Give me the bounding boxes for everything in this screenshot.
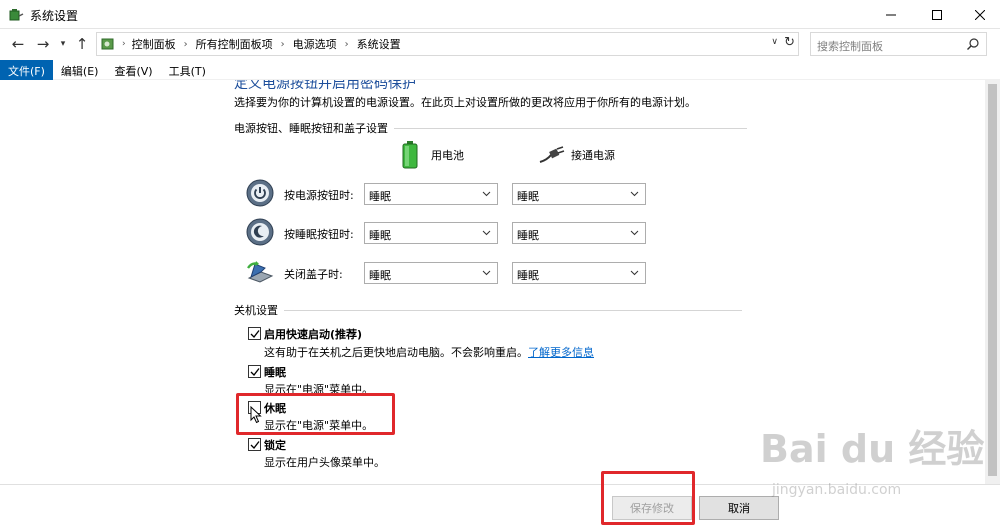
chevron-down-icon [630,191,639,197]
fast-startup-checkbox[interactable] [248,327,261,340]
breadcrumb-separator: › [183,38,188,50]
page-title: 定义电源按钮并启用密码保护 [234,80,416,92]
select-value: 睡眠 [369,269,391,282]
highlight-box [236,393,395,435]
minimize-icon [886,14,896,15]
chevron-down-icon: ▾ [60,39,66,49]
sleep-button-icon [246,218,274,246]
select-value: 睡眠 [517,269,539,282]
refresh-icon[interactable]: ↻ [784,35,795,50]
column-battery: 用电池 [401,140,464,170]
lid-close-label: 关闭盖子时: [284,268,343,281]
menu-edit[interactable]: 编辑(E) [53,60,107,80]
plugged-column-label: 接通电源 [571,149,615,162]
sleep-button-label: 按睡眠按钮时: [284,228,354,241]
menu-bar: 文件(F) 编辑(E) 查看(V) 工具(T) [0,60,1000,80]
shutdown-section-title: 关机设置 [234,304,278,317]
chevron-down-icon [630,230,639,236]
lock-label[interactable]: 锁定 [264,437,286,453]
section-divider [394,127,747,129]
fast-startup-desc-text: 这有助于在关机之后更快地启动电脑。不会影响重启。 [264,346,528,359]
recent-locations-button[interactable]: ▾ [57,33,69,55]
lid-close-plugged-select[interactable]: 睡眠 [512,262,646,284]
arrow-right-icon: → [36,35,50,53]
minimize-button[interactable] [868,0,914,29]
select-value: 睡眠 [517,190,539,203]
title-bar: 系统设置 [0,0,1000,29]
laptop-lid-icon [247,261,274,283]
arrow-left-icon: ← [11,35,25,53]
back-button[interactable]: ← [8,33,28,55]
checkmark-icon [250,441,260,449]
checkmark-icon [250,330,260,338]
sleep-label[interactable]: 睡眠 [264,364,286,380]
breadcrumb-separator: › [122,39,126,49]
power-button-plugged-select[interactable]: 睡眠 [512,183,646,205]
learn-more-link[interactable]: 了解更多信息 [528,346,594,359]
power-button-label: 按电源按钮时: [284,189,354,202]
breadcrumb-separator: › [344,38,349,50]
menu-file[interactable]: 文件(F) [0,60,53,80]
fast-startup-label[interactable]: 启用快速启动(推荐) [264,326,362,342]
control-panel-icon [101,38,114,50]
search-box[interactable]: 搜索控制面板 [810,32,987,56]
battery-column-label: 用电池 [431,149,464,162]
select-value: 睡眠 [369,229,391,242]
cancel-button[interactable]: 取消 [699,496,779,520]
menu-view[interactable]: 查看(V) [106,60,160,80]
address-dropdown-icon[interactable]: ∨ [771,37,778,47]
close-button[interactable] [960,0,1000,29]
power-button-icon [246,179,274,207]
fast-startup-description: 这有助于在关机之后更快地启动电脑。不会影响重启。了解更多信息 [264,344,594,360]
column-plugged: 接通电源 [539,146,615,164]
sleep-button-battery-select[interactable]: 睡眠 [364,222,498,244]
scrollbar-thumb[interactable] [988,84,997,476]
window-title: 系统设置 [30,9,79,23]
sleep-button-plugged-select[interactable]: 睡眠 [512,222,646,244]
forward-button[interactable]: → [33,33,53,55]
breadcrumb-all-items[interactable]: 所有控制面板项 [196,36,273,52]
menu-tools[interactable]: 工具(T) [161,60,214,80]
baidu-watermark: Bai du 经验 [760,427,985,471]
address-field[interactable]: › 控制面板 › 所有控制面板项 › 电源选项 › 系统设置 ∨ ↻ [96,32,799,56]
chevron-down-icon [482,191,491,197]
search-placeholder: 搜索控制面板 [817,40,883,53]
chevron-down-icon [482,230,491,236]
power-button-battery-select[interactable]: 睡眠 [364,183,498,205]
select-value: 睡眠 [517,229,539,242]
breadcrumb-system-settings[interactable]: 系统设置 [357,36,401,52]
chevron-down-icon [482,270,491,276]
vertical-scrollbar[interactable] [985,80,1000,484]
breadcrumb: 控制面板 › 所有控制面板项 › 电源选项 › 系统设置 [132,36,401,52]
section-divider [284,309,742,311]
page-description: 选择要为你的计算机设置的电源设置。在此页上对设置所做的更改将应用于你所有的电源计… [234,96,696,109]
arrow-up-icon: ↑ [75,35,89,53]
search-icon[interactable] [966,37,980,51]
battery-icon [402,141,418,169]
power-plug-icon [539,146,565,163]
buttons-section-header: 电源按钮、睡眠按钮和盖子设置 [234,120,747,136]
breadcrumb-separator: › [280,38,285,50]
buttons-section-title: 电源按钮、睡眠按钮和盖子设置 [234,122,388,135]
power-options-icon [9,9,24,21]
shutdown-section-header: 关机设置 [234,302,742,318]
lock-description: 显示在用户头像菜单中。 [264,456,385,469]
chevron-down-icon [630,270,639,276]
maximize-button[interactable] [914,0,960,29]
baidu-watermark-url: jingyan.baidu.com [772,482,902,498]
checkmark-icon [250,368,260,376]
lid-close-battery-select[interactable]: 睡眠 [364,262,498,284]
breadcrumb-control-panel[interactable]: 控制面板 [132,36,176,52]
up-button[interactable]: ↑ [72,33,92,55]
highlight-box [601,471,695,525]
close-icon [975,9,985,20]
maximize-icon [932,9,942,20]
sleep-checkbox[interactable] [248,365,261,378]
breadcrumb-power-options[interactable]: 电源选项 [293,36,337,52]
address-toolbar: ← → ▾ ↑ › 控制面板 › 所有控制面板项 › 电源选项 › 系统设置 ∨… [0,29,1000,60]
lock-checkbox[interactable] [248,438,261,451]
select-value: 睡眠 [369,190,391,203]
